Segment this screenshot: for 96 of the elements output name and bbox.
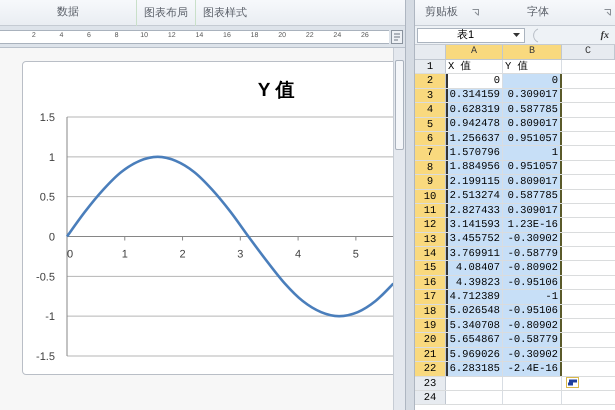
scroll-thumb[interactable] [395,60,404,150]
dialog-launcher-icon[interactable] [604,9,611,16]
ruler-toggle-icon[interactable] [391,30,403,44]
table-cell: 5.340708 [450,318,500,333]
x-axis-label: 5 [352,248,359,260]
table-cell: 0.309017 [508,88,558,102]
row-header[interactable]: 22 [415,362,446,376]
table-cell: 0.951057 [508,160,558,174]
row-header[interactable]: 11 [415,204,446,218]
row-header[interactable]: 9 [415,175,446,189]
table-cell: -0.80902 [508,318,558,333]
row-header[interactable]: 4 [415,103,446,117]
table-cell: 1.23E-16 [508,218,558,232]
table-cell: 0 [494,74,500,88]
row-header[interactable]: 20 [415,333,446,347]
table-cell: 1.884956 [450,160,500,174]
row-header[interactable]: 23 [415,376,446,390]
table-cell: X 值 [448,60,472,74]
table-cell: -0.58779 [508,246,558,261]
x-axis-label: 3 [237,248,244,260]
table-cell: -2.4E-16 [508,362,558,376]
table-cell: 0 [552,74,558,88]
y-axis-label: 1.5 [40,112,55,124]
table-cell: 0.951057 [508,132,558,146]
table-cell: 0.628319 [450,102,500,117]
table-cell: -0.80902 [508,261,558,276]
row-header[interactable]: 1 [415,60,446,74]
table-cell: -0.95106 [508,304,558,318]
paste-options-icon[interactable] [566,377,579,388]
row-header[interactable]: 6 [415,132,446,146]
row-header[interactable]: 12 [415,218,446,232]
row-header[interactable]: 13 [415,232,446,246]
row-header[interactable]: 21 [415,348,446,362]
y-axis-label: 0 [48,232,55,244]
chart-title: Y 值 [258,80,294,101]
table-cell: 3.769911 [450,246,500,261]
ribbon-group-label: 数据 [56,5,80,20]
y-axis-label: -0.5 [36,271,55,284]
table-cell: 4.39823 [456,276,500,290]
table-cell: -0.58779 [508,333,558,348]
table-cell: 2.513274 [450,189,500,204]
table-cell: 0.587785 [508,189,558,204]
x-axis-label: 1 [122,248,128,260]
table-cell: 1.256637 [450,132,500,146]
table-cell: 5.654867 [450,333,500,348]
insert-function-button[interactable]: fx [600,28,609,42]
vertical-scrollbar[interactable] [393,48,405,410]
column-header[interactable]: A [446,45,503,59]
y-axis-label: 0.5 [40,192,55,204]
row-header[interactable]: 24 [415,390,446,404]
table-cell: 6.283185 [450,362,500,376]
row-header[interactable]: 16 [415,276,446,290]
table-cell: -0.95106 [508,276,558,290]
row-header[interactable]: 8 [415,160,446,174]
column-header[interactable]: B [503,45,562,59]
row-header[interactable]: 17 [415,290,446,304]
table-cell: -0.30902 [508,232,558,246]
table-cell: 4.08407 [456,261,500,276]
x-axis-label: 0 [66,248,74,260]
ribbon-group-label: 字体 [527,4,549,20]
row-header[interactable]: 19 [415,319,446,332]
table-cell: 0.942478 [450,117,500,132]
y-axis-label: 1 [48,152,55,164]
dialog-launcher-icon[interactable] [472,9,479,16]
row-header[interactable]: 2 [415,74,446,88]
table-cell: 5.969026 [450,348,500,362]
table-cell: 0.809017 [508,117,558,132]
table-cell: 5.026548 [450,304,500,318]
table-cell: 4.712389 [450,290,500,304]
table-cell: 0.309017 [508,204,558,218]
table-cell: 0.314159 [450,88,500,102]
table-cell: 1 [552,146,558,160]
x-axis-label: 2 [179,248,186,260]
row-header[interactable]: 15 [415,261,446,275]
row-header[interactable]: 7 [415,146,446,160]
table-cell: 2.827433 [450,204,500,218]
table-cell: 1.570796 [450,146,500,160]
table-cell: 3.455752 [450,232,500,246]
name-box[interactable]: 表1 [417,28,525,42]
x-axis-label: 4 [295,248,302,260]
row-header[interactable]: 10 [415,190,446,203]
table-cell: 0.809017 [508,174,558,189]
row-header[interactable]: 3 [415,88,446,102]
dropdown-caret-icon[interactable] [513,33,520,37]
y-axis-label: -1 [45,311,55,324]
table-cell: -1 [545,290,558,304]
table-cell: -0.30902 [508,348,558,362]
table-cell: Y 值 [505,60,529,74]
row-header[interactable]: 5 [415,118,446,131]
table-cell: 2.199115 [450,174,500,189]
ribbon-group-label: 剪贴板 [425,4,458,20]
table-cell: 0.587785 [508,102,558,117]
y-axis-label: -1.5 [36,351,55,363]
row-header[interactable]: 18 [415,304,446,318]
row-header[interactable]: 14 [415,247,446,260]
table-cell: 3.141593 [450,218,500,232]
